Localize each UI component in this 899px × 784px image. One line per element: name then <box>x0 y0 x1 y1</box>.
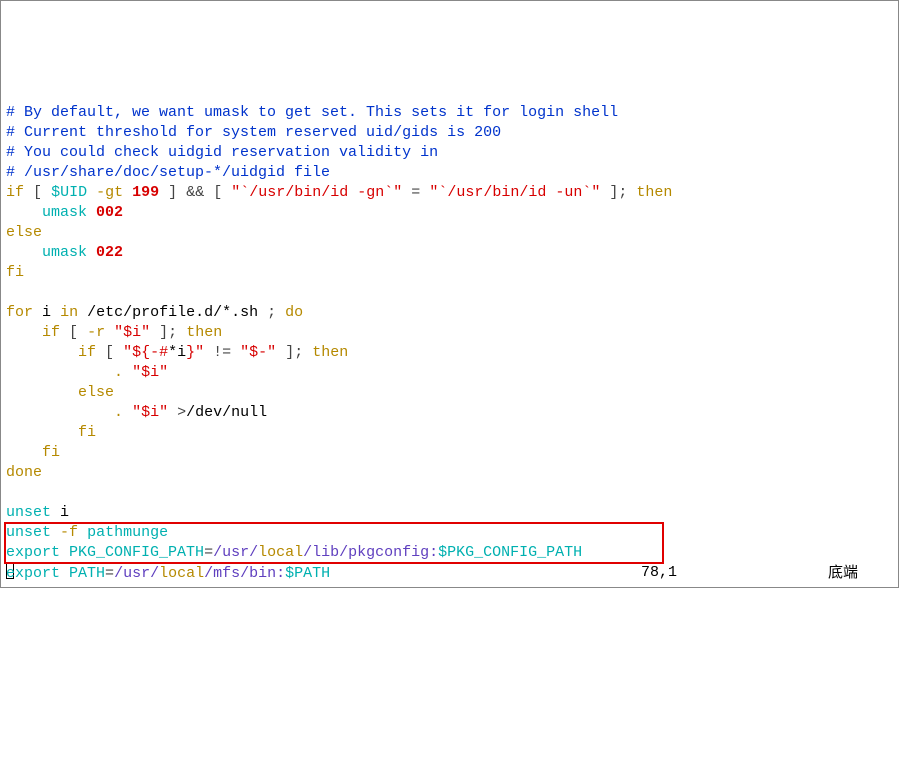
path-mfs: /mfs/bin: <box>204 565 285 582</box>
eq: = <box>105 565 114 582</box>
kw-then: then <box>312 344 348 361</box>
eq: = <box>204 544 213 561</box>
semi: ; <box>168 324 177 341</box>
op-r: -r <box>87 324 105 341</box>
path-libpkg: /lib/pkgconfig: <box>303 544 438 561</box>
str-id-gn: "`/usr/bin/id -gn`" <box>231 184 402 201</box>
cmd-umask: umask <box>42 244 87 261</box>
var-pathref: $PATH <box>285 565 330 582</box>
var-pkgref: $PKG_CONFIG_PATH <box>438 544 582 561</box>
kw-if: if <box>78 344 96 361</box>
num-199: 199 <box>132 184 159 201</box>
bracket-open: [ <box>69 324 78 341</box>
semi: ; <box>294 344 303 361</box>
comment-line: # By default, we want umask to get set. … <box>6 104 618 121</box>
bracket-open: [ <box>105 344 114 361</box>
param-exp-end: }" <box>186 344 204 361</box>
kw-for: for <box>6 304 33 321</box>
source-dot: . <box>114 404 123 421</box>
path-usr: /usr/ <box>114 565 159 582</box>
var-i: i <box>60 504 69 521</box>
comment-line: # You could check uidgid reservation val… <box>6 144 438 161</box>
str-i: "$i" <box>132 404 168 421</box>
bracket-close: ] <box>168 184 177 201</box>
kw-fi: fi <box>42 444 60 461</box>
kw-local: local <box>159 565 204 582</box>
str-dash: "$-" <box>240 344 276 361</box>
kw-then: then <box>186 324 222 341</box>
param-star-i: *i <box>168 344 186 361</box>
glob-path: /etc/profile.d/*.sh <box>87 304 267 321</box>
source-dot: . <box>114 364 123 381</box>
cmd-export: export <box>6 544 60 561</box>
bracket-open: [ <box>213 184 222 201</box>
comment-line: # /usr/share/doc/setup-*/uidgid file <box>6 164 330 181</box>
var-i: i <box>42 304 51 321</box>
var-path: PATH <box>69 565 105 582</box>
num-022: 022 <box>96 244 123 261</box>
var-uid: $UID <box>51 184 87 201</box>
kw-local: local <box>258 544 303 561</box>
kw-else: else <box>6 224 42 241</box>
path-usr: /usr/ <box>213 544 258 561</box>
semi: ; <box>618 184 627 201</box>
bracket-close: ] <box>159 324 168 341</box>
op-eq: = <box>411 184 420 201</box>
str-id-un: "`/usr/bin/id -un`" <box>429 184 600 201</box>
redir: > <box>177 404 186 421</box>
kw-if: if <box>6 184 24 201</box>
bracket-close: ] <box>285 344 294 361</box>
kw-do: do <box>285 304 303 321</box>
cmd-umask: umask <box>42 204 87 221</box>
param-exp-start: "${-# <box>123 344 168 361</box>
kw-if: if <box>42 324 60 341</box>
cmd-unset: unset <box>6 504 51 521</box>
editor-viewport[interactable]: # By default, we want umask to get set. … <box>1 81 898 584</box>
devnull: /dev/null <box>186 404 267 421</box>
comment-line: # Current threshold for system reserved … <box>6 124 501 141</box>
cmd-unset: unset <box>6 524 51 541</box>
kw-in: in <box>60 304 78 321</box>
op-gt: -gt <box>96 184 123 201</box>
bracket-open: [ <box>33 184 42 201</box>
func-pathmunge: pathmunge <box>87 524 168 541</box>
kw-fi: fi <box>78 424 96 441</box>
str-i: "$i" <box>114 324 150 341</box>
status-location: 底端 <box>828 563 858 583</box>
op-and: && <box>186 184 204 201</box>
kw-fi: fi <box>6 264 24 281</box>
num-002: 002 <box>96 204 123 221</box>
cmd-export: export <box>6 565 60 582</box>
kw-done: done <box>6 464 42 481</box>
kw-then: then <box>636 184 672 201</box>
semi: ; <box>267 304 276 321</box>
str-i: "$i" <box>132 364 168 381</box>
kw-else: else <box>78 384 114 401</box>
var-pkgconfig: PKG_CONFIG_PATH <box>69 544 204 561</box>
flag-f: -f <box>60 524 78 541</box>
status-position: 78,1 <box>641 563 677 583</box>
op-neq: != <box>213 344 231 361</box>
